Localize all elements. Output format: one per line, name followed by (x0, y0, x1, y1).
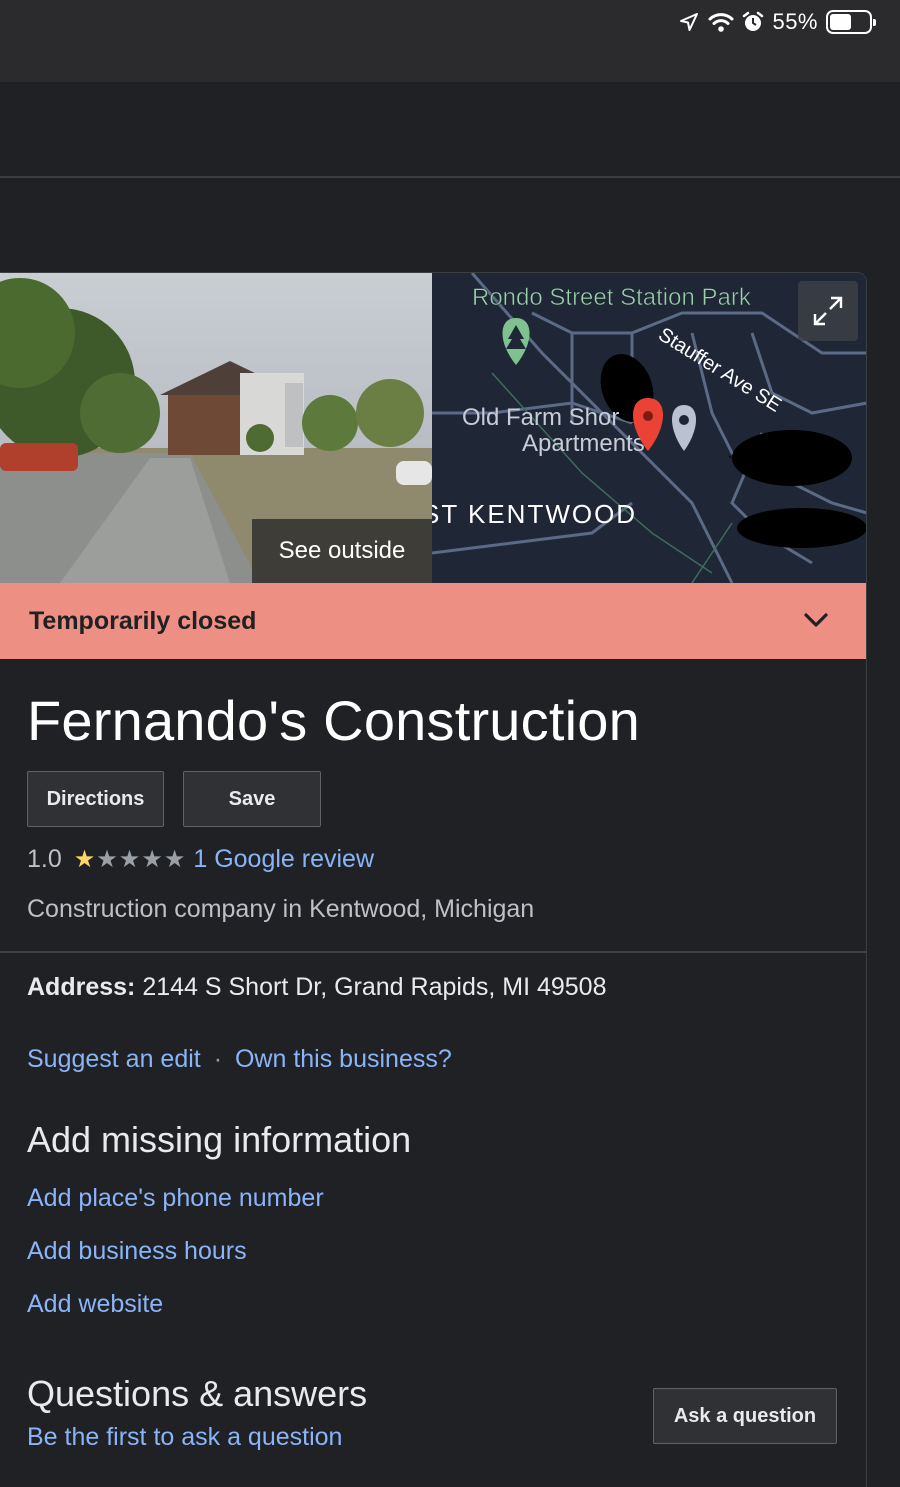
expand-icon (813, 296, 843, 326)
suggest-edit-link[interactable]: Suggest an edit (27, 1045, 201, 1073)
business-knowledge-panel: See outside Rondo Street Station Park St… (0, 272, 867, 1487)
hero-media: See outside Rondo Street Station Park St… (0, 273, 866, 583)
street-view-photo[interactable]: See outside (0, 273, 432, 583)
own-business-link[interactable]: Own this business? (235, 1045, 452, 1073)
browser-toolbar-area (0, 82, 900, 178)
qa-heading: Questions & answers (27, 1373, 368, 1414)
temporarily-closed-banner[interactable]: Temporarily closed (0, 583, 866, 659)
address-label: Address: (27, 973, 136, 1001)
add-website-link[interactable]: Add website (27, 1290, 163, 1319)
add-hours-link[interactable]: Add business hours (27, 1237, 247, 1266)
missing-info-heading: Add missing information (27, 1119, 412, 1160)
star-icon: ★ (96, 845, 118, 873)
star-icon: ★ (118, 845, 141, 873)
business-name: Fernando's Construction (27, 689, 640, 752)
status-icons: 55% (678, 9, 876, 35)
add-phone-link[interactable]: Add place's phone number (27, 1184, 324, 1213)
closed-status-label: Temporarily closed (29, 606, 257, 635)
battery-percent: 55% (772, 9, 818, 34)
ask-question-button[interactable]: Ask a question (653, 1388, 837, 1444)
map-label-apartments-1: Old Farm Shor (462, 404, 619, 431)
device-status-bar: 55% (0, 0, 900, 82)
map-label-park: Rondo Street Station Park (472, 284, 752, 311)
business-category: Construction company in Kentwood, Michig… (27, 895, 535, 923)
see-outside-button[interactable]: See outside (252, 519, 432, 583)
rating-value: 1.0 (27, 845, 62, 873)
map-label-apartments-2: Apartments (522, 430, 645, 457)
review-count-link[interactable]: 1 Google review (193, 845, 374, 874)
chevron-down-icon[interactable] (803, 610, 829, 630)
star-icon: ★ (163, 845, 186, 873)
edit-links-row: Suggest an edit · Own this business? (27, 1045, 452, 1074)
rating-row: 1.0 ★ ★ ★ ★ ★ 1 Google review (27, 845, 374, 874)
address-value[interactable]: 2144 S Short Dr, Grand Rapids, MI 49508 (142, 973, 606, 1001)
location-arrow-icon (678, 11, 700, 33)
address-row: Address: 2144 S Short Dr, Grand Rapids, … (27, 973, 606, 1002)
separator: · (213, 1045, 223, 1073)
section-divider (0, 951, 866, 953)
star-icon: ★ (141, 845, 163, 873)
alarm-icon (742, 11, 764, 33)
map-label-area: ST KENTWOOD (432, 499, 637, 529)
location-map[interactable]: Rondo Street Station Park Stauffer Ave S… (432, 273, 866, 583)
first-question-link[interactable]: Be the first to ask a question (27, 1423, 342, 1452)
rating-stars: ★ ★ ★ ★ ★ (73, 845, 186, 873)
battery-icon (826, 10, 876, 34)
star-icon: ★ (73, 845, 96, 873)
directions-button[interactable]: Directions (27, 771, 164, 827)
save-button[interactable]: Save (183, 771, 321, 827)
expand-map-button[interactable] (798, 281, 858, 341)
wifi-icon (708, 11, 734, 33)
